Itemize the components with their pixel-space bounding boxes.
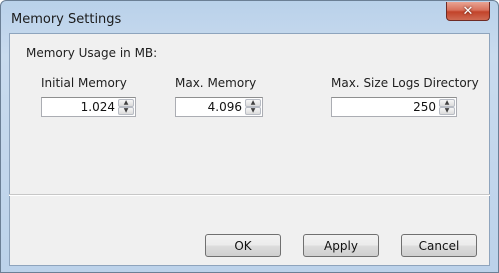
max-memory-label: Max. Memory bbox=[175, 76, 257, 90]
initial-memory-label: Initial Memory bbox=[41, 76, 127, 90]
max-logs-size-value[interactable]: 250 bbox=[334, 100, 436, 114]
memory-usage-heading: Memory Usage in MB: bbox=[26, 46, 158, 60]
max-logs-size-label: Max. Size Logs Directory bbox=[331, 76, 479, 90]
spin-up-icon[interactable]: ▲ bbox=[245, 99, 261, 107]
cancel-button[interactable]: Cancel bbox=[401, 234, 477, 257]
ok-button[interactable]: OK bbox=[205, 234, 281, 257]
close-icon: ✕ bbox=[462, 3, 474, 19]
spin-up-icon[interactable]: ▲ bbox=[118, 99, 134, 107]
apply-button[interactable]: Apply bbox=[303, 234, 379, 257]
initial-memory-spinner[interactable]: 1.024 ▲ ▼ bbox=[41, 97, 136, 117]
spin-down-icon[interactable]: ▼ bbox=[118, 107, 134, 115]
initial-memory-value[interactable]: 1.024 bbox=[44, 100, 115, 114]
spin-down-icon[interactable]: ▼ bbox=[245, 107, 261, 115]
dialog-content bbox=[9, 33, 490, 266]
spin-down-icon[interactable]: ▼ bbox=[439, 107, 455, 115]
max-memory-value[interactable]: 4.096 bbox=[178, 100, 242, 114]
title-bar[interactable]: Memory Settings ✕ bbox=[1, 1, 498, 31]
memory-settings-dialog: Memory Settings ✕ Memory Usage in MB: In… bbox=[0, 0, 499, 273]
max-logs-size-spinner[interactable]: 250 ▲ ▼ bbox=[331, 97, 457, 117]
window-title: Memory Settings bbox=[11, 12, 122, 27]
max-memory-spinner[interactable]: 4.096 ▲ ▼ bbox=[175, 97, 263, 117]
spin-up-icon[interactable]: ▲ bbox=[439, 99, 455, 107]
close-button[interactable]: ✕ bbox=[446, 2, 490, 21]
separator-line bbox=[9, 194, 490, 196]
